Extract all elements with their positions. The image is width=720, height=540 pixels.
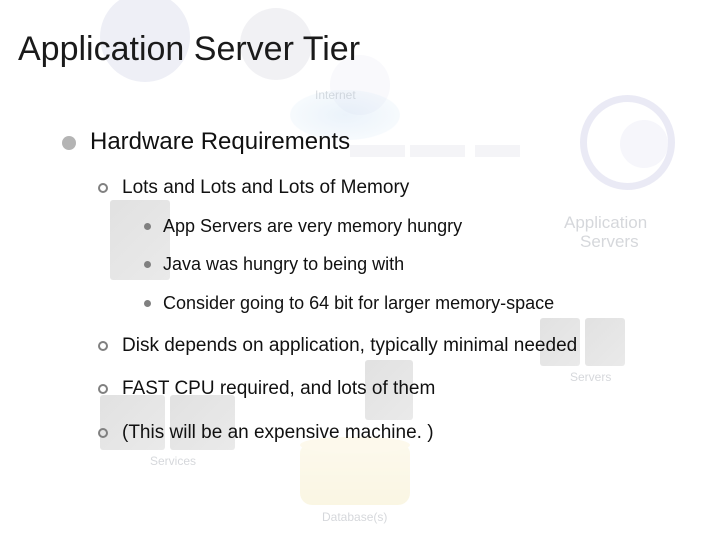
bullet-lvl3: App Servers are very memory hungry — [144, 213, 700, 239]
slide-body: Hardware Requirements Lots and Lots and … — [62, 125, 700, 452]
disc-bullet-icon — [62, 136, 76, 150]
subpoint-cpu: FAST CPU required, and lots of them — [122, 378, 435, 399]
section-heading: Hardware Requirements — [90, 128, 350, 155]
slide-title: Application Server Tier — [18, 30, 360, 69]
ring-bullet-icon — [98, 384, 108, 394]
memory-detail-2: Java was hungry to being with — [163, 254, 404, 274]
bullet-lvl2: FAST CPU required, and lots of them — [98, 375, 700, 403]
ring-bullet-icon — [98, 428, 108, 438]
bg-database — [300, 445, 410, 505]
memory-detail-1: App Servers are very memory hungry — [163, 216, 462, 236]
bullet-lvl2: (This will be an expensive machine. ) — [98, 419, 700, 447]
bullet-lvl2: Lots and Lots and Lots of Memory — [98, 174, 700, 202]
subpoint-disk: Disk depends on application, typically m… — [122, 335, 577, 356]
subpoint-cost: (This will be an expensive machine. ) — [122, 422, 434, 443]
bg-databases-label: Database(s) — [322, 510, 387, 524]
bg-internet-label: Internet — [315, 88, 356, 102]
bullet-lvl3: Java was hungry to being with — [144, 251, 700, 277]
bullet-lvl1: Hardware Requirements — [62, 125, 700, 160]
memory-detail-3: Consider going to 64 bit for larger memo… — [163, 293, 554, 313]
bg-services-label: Services — [150, 454, 196, 468]
subpoint-memory: Lots and Lots and Lots of Memory — [122, 177, 409, 198]
small-disc-bullet-icon — [144, 300, 151, 307]
bullet-lvl2: Disk depends on application, typically m… — [98, 332, 700, 360]
small-disc-bullet-icon — [144, 261, 151, 268]
bullet-lvl3: Consider going to 64 bit for larger memo… — [144, 290, 700, 316]
slide: Internet Application Servers Servers Ser… — [0, 0, 720, 540]
small-disc-bullet-icon — [144, 223, 151, 230]
ring-bullet-icon — [98, 183, 108, 193]
ring-bullet-icon — [98, 341, 108, 351]
